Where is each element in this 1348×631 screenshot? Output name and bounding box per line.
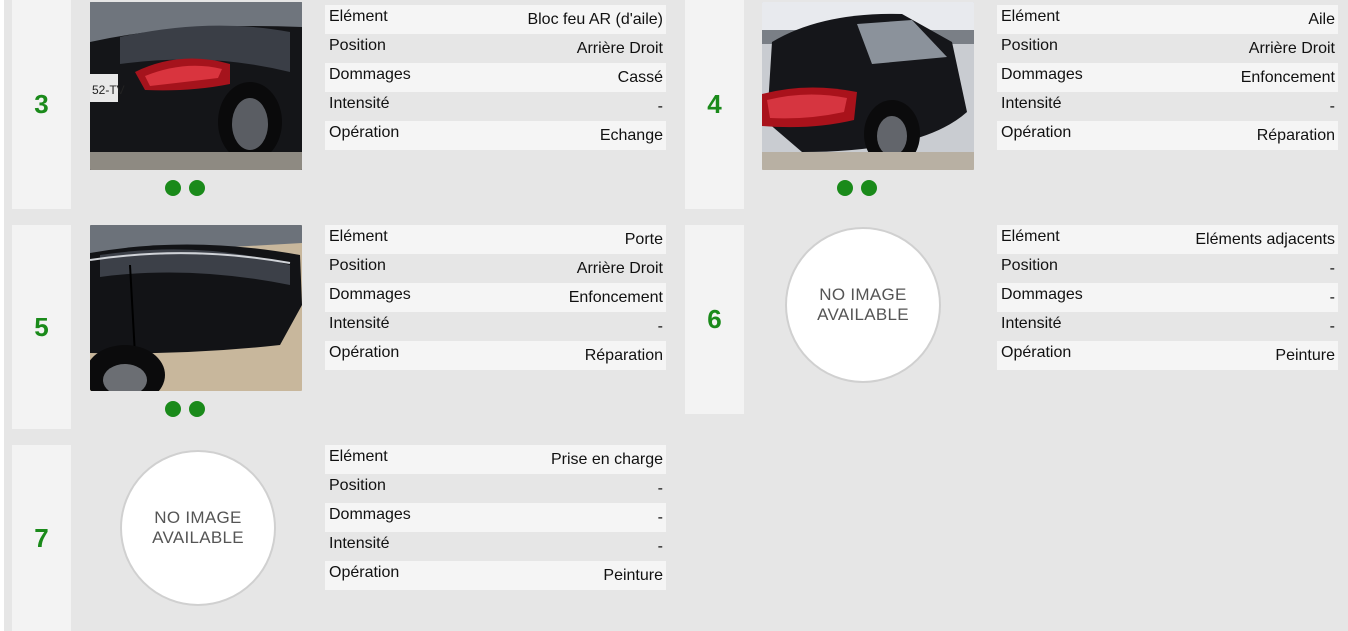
carousel-dot-1[interactable] [165, 401, 181, 417]
detail-row-intensite: Intensité - [325, 312, 666, 341]
card-number-column: 5 [12, 225, 71, 429]
car-rear-door-photo [90, 225, 302, 391]
detail-row-position: Position Arrière Droit [997, 34, 1338, 63]
detail-row-element: Elément Prise en charge [325, 445, 666, 474]
card-number-column: 4 [685, 0, 744, 209]
damage-card-7: 7 NO IMAGE AVAILABLE Elément Prise en char… [12, 445, 676, 631]
damage-photo[interactable] [90, 225, 302, 391]
damage-details: Elément Eléments adjacents Position - Domm… [997, 225, 1338, 370]
no-image-placeholder: NO IMAGE AVAILABLE [785, 227, 941, 383]
damage-details: Elément Porte Position Arrière Droit Domma… [325, 225, 666, 370]
damage-card-4: 4 Elément Aile Position Arrière Droit Do… [685, 0, 1348, 209]
detail-row-operation: Opération Echange [325, 121, 666, 150]
no-image-placeholder: NO IMAGE AVAILABLE [120, 450, 276, 606]
damage-details: Elément Prise en charge Position - Dommage… [325, 445, 666, 590]
detail-row-intensite: Intensité - [997, 92, 1338, 121]
card-number-column: 6 [685, 225, 744, 414]
damage-details: Elément Aile Position Arrière Droit Dommag… [997, 5, 1338, 150]
carousel-dot-1[interactable] [837, 180, 853, 196]
detail-row-dommages: Dommages Enfoncement [997, 63, 1338, 92]
card-number: 6 [707, 304, 722, 334]
detail-row-element: Elément Bloc feu AR (d'aile) [325, 5, 666, 34]
detail-row-position: Position - [997, 254, 1338, 283]
detail-row-intensite: Intensité - [325, 532, 666, 561]
detail-row-intensite: Intensité - [325, 92, 666, 121]
detail-row-operation: Opération Peinture [997, 341, 1338, 370]
detail-row-element: Elément Eléments adjacents [997, 225, 1338, 254]
damage-card-3: 3 52-TV Elément Bloc feu AR (d'aile) Pos… [12, 0, 676, 209]
damage-card-5: 5 Elément Porte Position Arrière Droit Dom… [12, 225, 676, 429]
detail-row-intensite: Intensité - [997, 312, 1338, 341]
damage-list: 3 52-TV Elément Bloc feu AR (d'aile) Pos… [4, 0, 1348, 631]
car-rear-taillight-photo: 52-TV [90, 2, 302, 170]
detail-row-position: Position - [325, 474, 666, 503]
card-number: 3 [34, 89, 49, 119]
svg-text:52-TV: 52-TV [92, 83, 125, 97]
damage-details: Elément Bloc feu AR (d'aile) Position Arri… [325, 5, 666, 150]
carousel-dot-2[interactable] [189, 180, 205, 196]
damage-card-6: 6 NO IMAGE AVAILABLE Elément Eléments adja… [685, 225, 1348, 414]
card-number: 5 [34, 311, 49, 342]
car-rear-wing-photo [762, 2, 974, 170]
photo-carousel-dots [837, 180, 877, 196]
detail-row-element: Elément Porte [325, 225, 666, 254]
detail-row-operation: Opération Réparation [325, 341, 666, 370]
carousel-dot-2[interactable] [189, 401, 205, 417]
detail-row-dommages: Dommages Enfoncement [325, 283, 666, 312]
detail-row-operation: Opération Réparation [997, 121, 1338, 150]
detail-row-dommages: Dommages - [325, 503, 666, 532]
detail-row-operation: Opération Peinture [325, 561, 666, 590]
carousel-dot-1[interactable] [165, 180, 181, 196]
card-number: 4 [707, 89, 722, 119]
card-number: 7 [34, 522, 49, 553]
detail-row-dommages: Dommages - [997, 283, 1338, 312]
detail-row-position: Position Arrière Droit [325, 34, 666, 63]
card-number-column: 7 [12, 445, 71, 631]
carousel-dot-2[interactable] [861, 180, 877, 196]
photo-carousel-dots [165, 180, 205, 196]
damage-photo[interactable]: 52-TV [90, 2, 302, 170]
detail-row-position: Position Arrière Droit [325, 254, 666, 283]
card-number-column: 3 [12, 0, 71, 209]
damage-photo[interactable] [762, 2, 974, 170]
photo-carousel-dots [165, 401, 205, 417]
detail-row-element: Elément Aile [997, 5, 1338, 34]
detail-row-dommages: Dommages Cassé [325, 63, 666, 92]
